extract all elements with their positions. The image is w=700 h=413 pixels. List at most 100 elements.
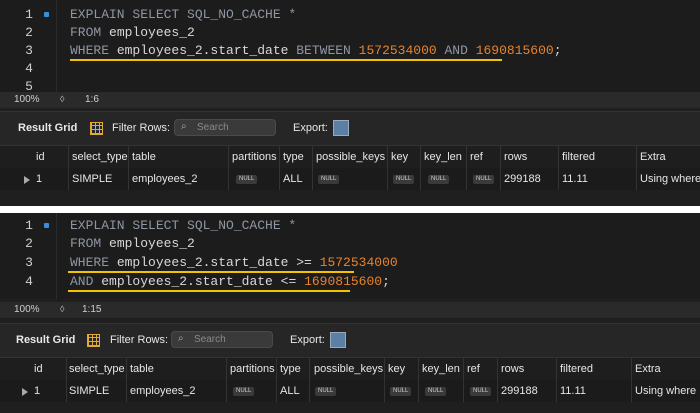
code-token: BETWEEN [296,43,359,58]
null-badge: NULL [473,174,495,184]
column-header[interactable]: filtered [562,146,595,168]
table-row[interactable]: 1 SIMPLE employees_2 NULL ALL NULL NULL … [0,380,700,402]
grid-icon[interactable] [87,334,100,347]
result-grid-label[interactable]: Result Grid [18,122,77,134]
table-cell[interactable]: Using where [635,380,696,402]
editor-line[interactable]: 3 WHERE employees_2.start_date BETWEEN 1… [0,42,700,61]
table-cell[interactable]: NULL [390,380,412,402]
workbench-panel-between: 1 EXPLAIN SELECT SQL_NO_CACHE * 2 FROM e… [0,0,700,206]
column-header[interactable]: table [130,358,154,380]
table-cell[interactable]: NULL [315,380,337,402]
column-header[interactable]: rows [504,146,527,168]
column-header[interactable]: type [280,358,301,380]
column-header[interactable]: type [283,146,304,168]
column-header[interactable]: Extra [640,146,666,168]
line-number: 1 [25,218,33,233]
column-header[interactable]: possible_keys [316,146,385,168]
column-header[interactable]: filtered [560,358,593,380]
code-line[interactable]: FROM employees_2 [70,24,195,42]
table-cell[interactable]: ALL [280,380,300,402]
table-cell[interactable]: 299188 [504,168,541,190]
table-cell[interactable]: 1 [34,380,40,402]
table-cell[interactable]: 1 [36,168,42,190]
editor-line[interactable]: 1 EXPLAIN SELECT SQL_NO_CACHE * [0,6,700,24]
column-header[interactable]: key [391,146,408,168]
table-cell[interactable]: NULL [473,168,495,190]
null-badge: NULL [428,174,450,184]
column-header[interactable]: table [132,146,156,168]
code-line[interactable]: FROM employees_2 [70,235,195,253]
table-cell[interactable]: NULL [233,380,255,402]
zoom-stepper-icon[interactable]: ◊ [60,94,64,104]
zoom-level[interactable]: 100% [14,94,40,105]
column-header[interactable]: Extra [635,358,661,380]
editor-line[interactable]: 2 FROM employees_2 [0,235,700,253]
code-line[interactable]: WHERE employees_2.start_date >= 15725340… [70,254,398,272]
column-header[interactable]: partitions [232,146,277,168]
code-line[interactable]: AND employees_2.start_date <= 1690815600… [70,273,390,291]
table-cell[interactable]: 11.11 [562,168,588,190]
null-badge: NULL [425,386,447,396]
table-cell[interactable]: NULL [425,380,447,402]
export-label: Export: [293,122,328,134]
zoom-stepper-icon[interactable]: ◊ [60,304,64,314]
sql-editor[interactable]: 1 EXPLAIN SELECT SQL_NO_CACHE * 2 FROM e… [0,213,700,299]
column-header[interactable]: key_len [422,358,460,380]
table-cell[interactable]: NULL [236,168,258,190]
editor-line[interactable]: 4 AND employees_2.start_date <= 16908156… [0,273,700,292]
search-input[interactable]: ⌕ Search [171,331,273,348]
code-token: FROM [70,25,110,40]
table-cell[interactable]: SIMPLE [69,380,109,402]
table-cell[interactable]: NULL [428,168,450,190]
statement-marker-icon [44,223,49,228]
column-header[interactable]: possible_keys [314,358,383,380]
editor-line[interactable]: 4 [0,60,700,78]
code-line[interactable]: EXPLAIN SELECT SQL_NO_CACHE * [70,6,296,24]
result-toolbar: Result Grid Filter Rows: ⌕ Search Export… [0,323,700,358]
column-header[interactable]: key [388,358,405,380]
statement-marker-icon [44,12,49,17]
table-cell[interactable]: employees_2 [130,380,195,402]
editor-status-bar: 100% ◊ 1:6 [0,92,700,108]
code-line[interactable]: EXPLAIN SELECT SQL_NO_CACHE * [70,217,296,235]
line-number: 3 [25,255,33,270]
table-cell[interactable]: Using where [640,168,700,190]
table-cell[interactable]: employees_2 [132,168,197,190]
sql-editor[interactable]: 1 EXPLAIN SELECT SQL_NO_CACHE * 2 FROM e… [0,0,700,94]
column-header[interactable]: select_type [69,358,125,380]
export-icon[interactable] [333,120,349,136]
code-token: 1572534000 [319,255,398,270]
search-placeholder: Search [197,122,229,133]
export-icon[interactable] [330,332,346,348]
line-number: 2 [25,25,33,40]
column-header[interactable]: id [36,146,45,168]
column-header[interactable]: ref [467,358,480,380]
code-token: employees_2.start_date >= [116,255,320,270]
column-header[interactable]: select_type [72,146,128,168]
code-token: WHERE [70,43,117,58]
table-cell[interactable]: NULL [318,168,340,190]
editor-line[interactable]: 3 WHERE employees_2.start_date >= 157253… [0,254,700,273]
column-header[interactable]: ref [470,146,483,168]
table-cell[interactable]: SIMPLE [72,168,112,190]
editor-status-bar: 100% ◊ 1:15 [0,302,700,318]
table-cell[interactable]: 11.11 [560,380,586,402]
search-input[interactable]: ⌕ Search [174,119,276,136]
zoom-level[interactable]: 100% [14,304,40,315]
column-header[interactable]: partitions [230,358,275,380]
table-cell[interactable]: ALL [283,168,303,190]
editor-line[interactable]: 2 FROM employees_2 [0,24,700,42]
table-cell[interactable]: 299188 [501,380,538,402]
column-header[interactable]: rows [501,358,524,380]
code-line[interactable]: WHERE employees_2.start_date BETWEEN 157… [70,42,562,60]
table-cell[interactable]: NULL [470,380,492,402]
column-header[interactable]: key_len [424,146,462,168]
table-row[interactable]: 1 SIMPLE employees_2 NULL ALL NULL NULL … [0,168,700,190]
null-badge: NULL [390,386,412,396]
result-grid-label[interactable]: Result Grid [16,334,75,346]
editor-line[interactable]: 1 EXPLAIN SELECT SQL_NO_CACHE * [0,217,700,235]
grid-icon[interactable] [90,122,103,135]
column-header[interactable]: id [34,358,43,380]
code-token: 1572534000 [358,43,437,58]
table-cell[interactable]: NULL [393,168,415,190]
